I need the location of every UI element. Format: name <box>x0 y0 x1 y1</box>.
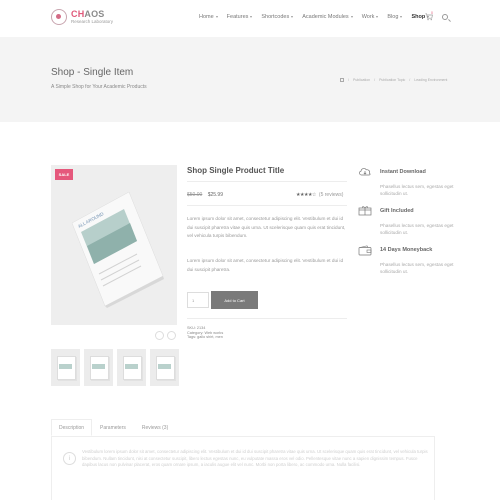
product-rating: ★★★★☆ (5 reviews) <box>296 192 343 198</box>
home-icon[interactable] <box>340 78 344 82</box>
breadcrumb-item[interactable]: Publication <box>353 78 370 82</box>
feature-text: Phasellus lectus sem, egestas eget solli… <box>380 184 454 196</box>
divider <box>187 318 347 319</box>
info-icon: i <box>63 452 76 465</box>
tab-panel <box>51 437 435 500</box>
nav-item-shortcodes[interactable]: Shortcodes <box>261 14 294 20</box>
product-tabs: Description Parameters Reviews (3) <box>51 419 435 436</box>
breadcrumb-item-current: Leading Environment <box>414 78 448 82</box>
old-price: $50.00 <box>187 192 203 198</box>
cloud-download-icon <box>359 168 371 176</box>
product-tags[interactable]: Tags: gallo shirt, men <box>187 335 223 340</box>
thumbnail[interactable] <box>84 349 113 386</box>
thumbnail[interactable] <box>117 349 146 386</box>
breadcrumb-separator: / <box>409 78 411 82</box>
tab-panel-text: Vestibulum lorem ipsum dolor sit amet, c… <box>82 449 428 467</box>
nav-item-label: Home <box>199 14 214 20</box>
thumbnail-strip <box>51 349 183 386</box>
add-to-cart-button[interactable]: Add to Cart <box>211 291 258 309</box>
nav-item-home[interactable]: Home <box>199 14 218 20</box>
thumbnail[interactable] <box>51 349 80 386</box>
chevron-down-icon <box>350 16 353 18</box>
fullscreen-icon[interactable] <box>167 331 176 340</box>
breadcrumb-item[interactable]: Publication Topic <box>379 78 405 82</box>
thumbnail[interactable] <box>150 349 179 386</box>
nav-item-features[interactable]: Features <box>227 14 253 20</box>
divider <box>187 205 347 206</box>
wallet-icon <box>358 245 372 256</box>
image-controls <box>155 331 179 340</box>
feature-text: Phasellus lectus sem, egestas eget solli… <box>380 223 454 235</box>
product-price: $50.00 $25.99 <box>187 192 223 198</box>
product-book-image: ALL AROUND <box>71 191 164 308</box>
feature-text: Phasellus lectus sem, egestas eget solli… <box>380 262 454 274</box>
chevron-down-icon <box>376 16 379 18</box>
nav-item-label: Features <box>226 14 249 20</box>
sale-badge: SALE <box>55 169 73 180</box>
nav-item-blog[interactable]: Blog <box>387 14 403 20</box>
main-nav: Home Features Shortcodes Academic Module… <box>199 14 438 20</box>
nav-item-label: Blog <box>387 14 399 20</box>
product-meta: SKU: 2134 Category: Web works Tags: gall… <box>187 326 223 340</box>
logo-name-rest: AOS <box>84 8 105 19</box>
page-title: Shop - Single Item <box>51 67 134 78</box>
nav-item-label: Shortcodes <box>261 14 290 20</box>
tab-parameters[interactable]: Parameters <box>92 419 134 436</box>
nav-item-label: Work <box>361 14 375 20</box>
search-icon[interactable] <box>442 14 448 20</box>
logo-mark-icon <box>51 9 67 25</box>
site-logo[interactable]: CHAOS Research Laboratory <box>51 9 113 25</box>
page-subtitle: A Simple Shop for Your Academic Products <box>51 84 147 90</box>
new-price: $25.99 <box>207 192 223 198</box>
tab-reviews[interactable]: Reviews (3) <box>134 419 176 436</box>
rating-stars-icon: ★★★★☆ <box>296 192 316 198</box>
cart-count-badge: 0 <box>431 11 433 15</box>
breadcrumb: / Publication / Publication Topic / Lead… <box>340 78 447 82</box>
site-header: CHAOS Research Laboratory Home Features … <box>0 0 500 37</box>
product-description: Lorem ipsum dolor sit amet, consectetur … <box>187 216 346 238</box>
feature-title: Gift Included <box>380 208 414 214</box>
quantity-input[interactable]: 1 <box>187 292 209 308</box>
feature-title: Instant Download <box>380 169 426 175</box>
reviews-link[interactable]: (5 reviews) <box>319 192 343 198</box>
zoom-icon[interactable] <box>155 331 164 340</box>
nav-item-academic-modules[interactable]: Academic Modules <box>302 14 353 20</box>
divider <box>187 181 347 182</box>
nav-item-work[interactable]: Work <box>362 14 379 20</box>
gift-icon <box>358 206 372 216</box>
tab-description[interactable]: Description <box>51 419 93 436</box>
logo-name: CHAOS <box>71 8 113 19</box>
breadcrumb-separator: / <box>348 78 349 82</box>
chevron-down-icon <box>250 16 253 18</box>
breadcrumb-separator: / <box>374 78 376 82</box>
chevron-down-icon <box>215 16 218 18</box>
logo-text: CHAOS Research Laboratory <box>71 8 114 25</box>
feature-title: 14 Days Moneyback <box>380 247 433 253</box>
logo-subtitle: Research Laboratory <box>71 18 114 24</box>
nav-item-label: Shop <box>411 14 426 20</box>
nav-item-label: Academic Modules <box>302 14 349 20</box>
chevron-down-icon <box>400 16 403 18</box>
product-description: Lorem ipsum dolor sit amet, consectetur … <box>187 258 344 272</box>
logo-name-accent: CH <box>71 8 85 19</box>
product-title: Shop Single Product Title <box>187 166 285 175</box>
chevron-down-icon <box>291 16 294 18</box>
